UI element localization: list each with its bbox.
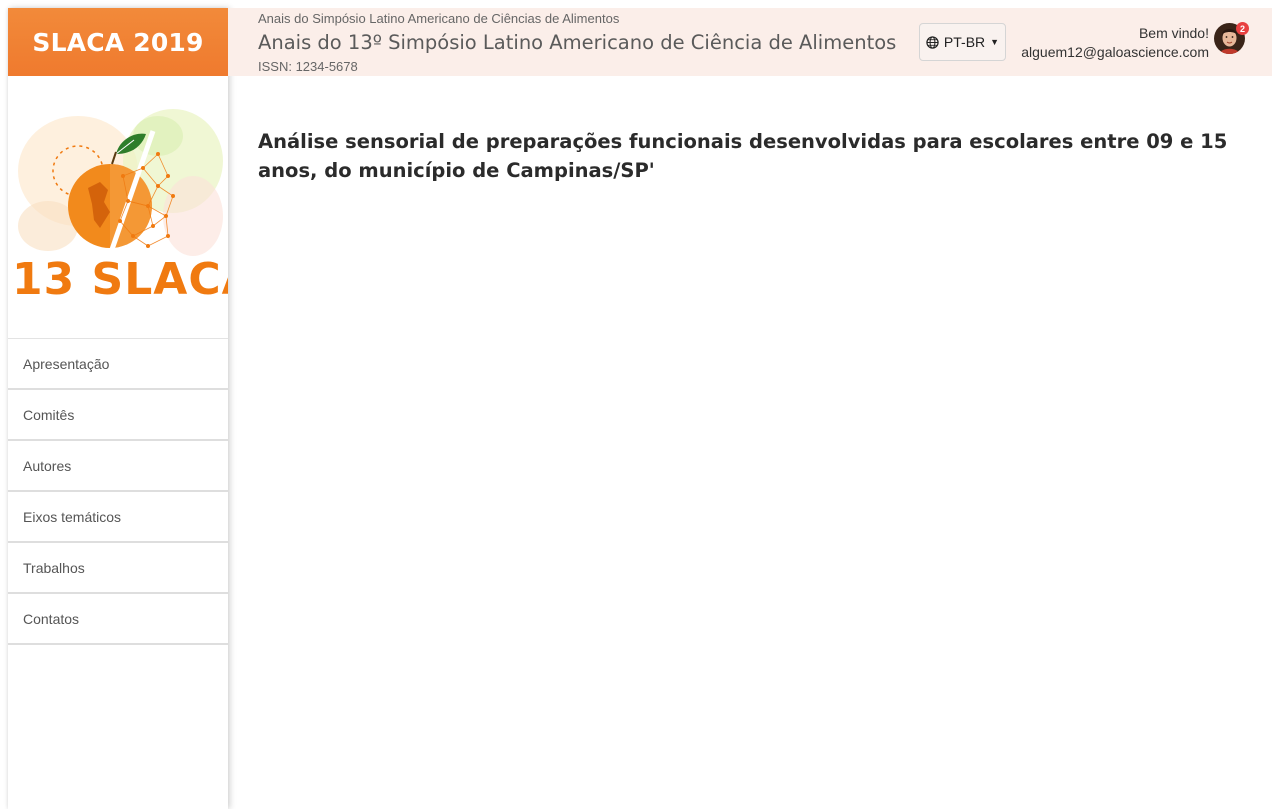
sidebar-item-eixos-tematicos[interactable]: Eixos temáticos xyxy=(8,492,228,543)
sidebar-item-label: Apresentação xyxy=(23,355,110,372)
sidebar-item-trabalhos[interactable]: Trabalhos xyxy=(8,543,228,594)
sidebar-item-contatos[interactable]: Contatos xyxy=(8,594,228,645)
sidebar-item-label: Eixos temáticos xyxy=(23,508,122,525)
sidebar-nav: Apresentação Comitês Autores Eixos temát… xyxy=(8,338,228,645)
header-subtitle: Anais do Simpósio Latino Americano de Ci… xyxy=(258,11,620,26)
language-label: PT-BR xyxy=(943,34,986,50)
sidebar-item-apresentacao[interactable]: Apresentação xyxy=(8,339,228,390)
caret-down-icon: ▼ xyxy=(990,37,1000,47)
logo-text: 13 SLACA xyxy=(12,254,228,305)
notification-badge[interactable]: 2 xyxy=(1236,22,1249,35)
sidebar-item-autores[interactable]: Autores xyxy=(8,441,228,492)
sidebar-item-label: Comitês xyxy=(23,406,75,423)
issn-label: ISSN: 1234-5678 xyxy=(258,59,358,74)
user-email[interactable]: alguem12@galoascience.com xyxy=(1021,44,1209,60)
welcome-text: Bem vindo! xyxy=(1138,25,1209,41)
page-title[interactable]: Anais do 13º Simpósio Latino Americano d… xyxy=(258,31,896,54)
header: Anais do Simpósio Latino Americano de Ci… xyxy=(228,8,1272,76)
sidebar-item-label: Contatos xyxy=(23,610,80,627)
article-title: Análise sensorial de preparações funcion… xyxy=(258,130,1228,182)
event-logo: 13 SLACA xyxy=(8,76,228,312)
page: SLACA 2019 13 SLAC Apresentação Comitês … xyxy=(0,0,1280,809)
sidebar-item-label: Trabalhos xyxy=(23,559,85,576)
sidebar-item-label: Autores xyxy=(23,457,72,474)
brand-title[interactable]: SLACA 2019 xyxy=(8,8,228,76)
sidebar-item-comites[interactable]: Comitês xyxy=(8,390,228,441)
language-selector-button[interactable]: PT-BR ▼ xyxy=(919,23,1006,61)
sidebar: SLACA 2019 13 SLAC Apresentação Comitês … xyxy=(8,8,228,809)
globe-icon xyxy=(926,35,939,49)
